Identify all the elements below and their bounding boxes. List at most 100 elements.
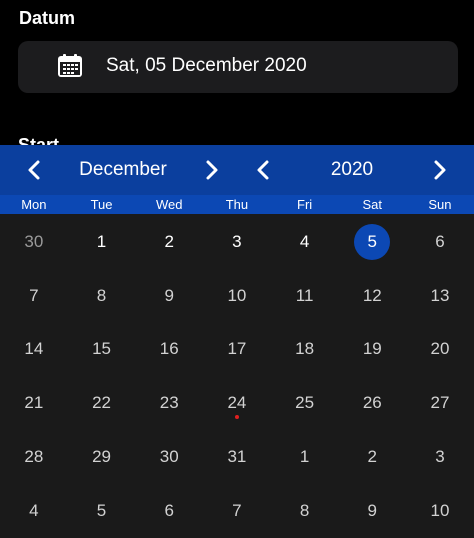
weekday-label: Thu [225,197,249,212]
day-cell[interactable]: 14 [0,323,68,377]
day-number: 10 [227,285,247,305]
day-cell[interactable]: 8 [271,484,339,538]
day-number: 25 [295,393,315,413]
day-cell[interactable]: 6 [406,215,474,269]
week-row: 14 15 16 17 18 19 20 [0,323,474,377]
week-row: 21 22 23 24 25 26 27 [0,376,474,430]
day-cell[interactable]: 24 [203,376,271,430]
day-cell[interactable]: 16 [135,323,203,377]
day-number: 5 [96,500,107,520]
weekday-label: Fri [297,197,313,212]
day-number: 1 [96,231,107,251]
chevron-left-icon [28,160,40,180]
day-number: 16 [159,339,179,359]
day-number: 23 [159,393,179,413]
next-month-button[interactable] [200,158,224,182]
date-value: Sat, 05 December 2020 [106,55,307,76]
chevron-right-icon [434,160,446,180]
calendar-picker: December 2020 Mon Tue Wed Thu Fri Sat Su… [0,145,474,538]
day-number: 9 [367,500,378,520]
chevron-right-icon [206,160,218,180]
day-number: 4 [299,231,310,251]
day-number: 24 [227,393,247,413]
day-number: 7 [29,285,39,305]
day-number: 17 [227,339,247,359]
day-cell[interactable]: 10 [406,484,474,538]
day-cell[interactable]: 30 [0,215,68,269]
day-cell[interactable]: 31 [203,430,271,484]
day-cell[interactable]: 22 [68,376,136,430]
day-cell[interactable]: 4 [271,215,339,269]
weekday-row: Mon Tue Wed Thu Fri Sat Sun [0,195,474,214]
day-cell[interactable]: 21 [0,376,68,430]
day-number: 2 [164,231,174,251]
today-dot [234,415,239,420]
day-number: 10 [430,500,450,520]
day-number: 22 [92,393,111,413]
day-cell[interactable]: 2 [338,430,406,484]
day-number: 4 [29,500,39,520]
day-cell[interactable]: 5 [68,484,136,538]
week-row: 28 29 30 31 1 2 3 [0,430,474,484]
day-number: 29 [92,447,111,467]
calendar-icon [56,53,84,79]
day-cell[interactable]: 1 [68,215,136,269]
day-number: 30 [24,231,44,251]
day-number: 5 [367,231,378,251]
day-cell[interactable]: 2 [135,215,203,269]
weekday-label: Wed [155,197,183,212]
day-number: 3 [232,231,242,251]
prev-month-button[interactable] [22,158,46,182]
day-cell[interactable]: 1 [271,430,339,484]
day-cell[interactable]: 6 [135,484,203,538]
day-number: 3 [435,447,445,467]
day-cell[interactable]: 4 [0,484,68,538]
day-cell[interactable]: 11 [271,269,339,323]
day-number: 7 [232,500,242,520]
selected-day-cell[interactable]: 5 [338,215,406,269]
year-label[interactable]: 2020 [282,159,422,181]
weekday-label: Sun [428,197,452,212]
day-cell[interactable]: 30 [135,430,203,484]
day-cell[interactable]: 20 [406,323,474,377]
weekday-label: Sat [362,197,383,212]
day-cell[interactable]: 7 [0,269,68,323]
day-cell[interactable]: 7 [203,484,271,538]
day-number: 2 [367,447,378,467]
day-number: 18 [295,339,315,359]
day-cell[interactable]: 29 [68,430,136,484]
day-number: 6 [164,500,174,520]
day-cell[interactable]: 9 [135,269,203,323]
day-number: 9 [164,285,174,305]
day-number: 28 [24,447,44,467]
next-year-button[interactable] [428,158,452,182]
weekday-label: Tue [90,197,113,212]
day-cell[interactable]: 18 [271,323,339,377]
day-number: 20 [430,339,450,359]
day-cell[interactable]: 9 [338,484,406,538]
day-number: 8 [96,285,107,305]
day-cell[interactable]: 26 [338,376,406,430]
day-cell[interactable]: 8 [68,269,136,323]
date-field[interactable]: Sat, 05 December 2020 [18,41,458,93]
day-number: 13 [430,285,450,305]
day-cell[interactable]: 19 [338,323,406,377]
day-cell[interactable]: 23 [135,376,203,430]
day-number: 12 [362,285,382,305]
day-grid: 30 1 2 3 4 5 6 7 8 9 10 11 12 13 14 15 16 17 18 19 20 21 22 23 2… [0,215,474,538]
day-cell[interactable]: 15 [68,323,136,377]
day-cell[interactable]: 25 [271,376,339,430]
day-cell[interactable]: 28 [0,430,68,484]
page: Datum Sat, 05 December 2020 Start Decemb… [0,0,474,538]
day-cell[interactable]: 17 [203,323,271,377]
day-cell[interactable]: 3 [203,215,271,269]
day-cell[interactable]: 27 [406,376,474,430]
day-cell[interactable]: 10 [203,269,271,323]
day-number: 27 [430,393,450,413]
day-cell[interactable]: 12 [338,269,406,323]
month-label[interactable]: December [48,159,198,181]
day-cell[interactable]: 3 [406,430,474,484]
day-cell[interactable]: 13 [406,269,474,323]
weekday-label: Mon [21,197,47,212]
prev-year-button[interactable] [251,158,275,182]
